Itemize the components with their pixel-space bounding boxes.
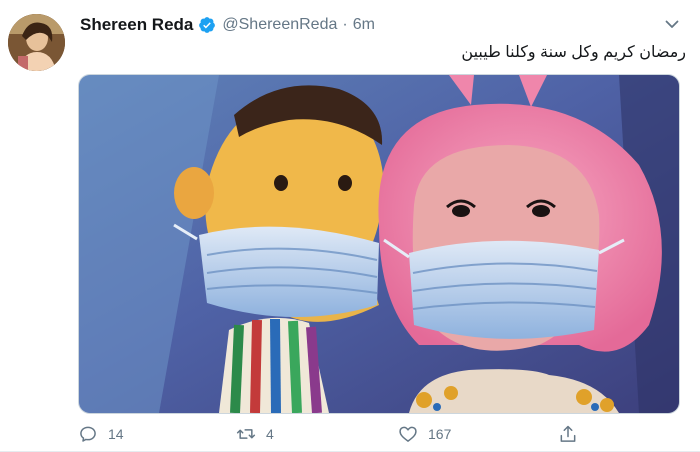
like-count: 167 [428,426,452,442]
separator-dot: · [342,16,348,33]
verified-badge-icon [199,17,216,33]
retweet-icon [236,429,256,439]
avatar-photo [8,14,65,71]
heart-icon [399,426,417,442]
like-button[interactable]: 167 [398,424,451,444]
tweet-text: رمضان كريم وكل سنة وكلنا طيبين [461,44,686,61]
author-handle[interactable]: @ShereenReda [222,16,337,34]
chevron-down-icon[interactable] [664,16,680,32]
author-name[interactable]: Shereen Reda [80,15,193,35]
avatar[interactable] [8,14,65,71]
retweet-button[interactable]: 4 [236,424,274,444]
tweet-card[interactable]: Shereen Reda @ShereenReda · 6m رمضان كري… [0,0,700,452]
reply-icon [80,426,96,442]
painting-masked-puppets [79,75,679,413]
tweet-image[interactable] [78,74,680,414]
reply-count: 14 [108,426,124,442]
share-icon [560,425,576,442]
timestamp[interactable]: 6m [353,16,375,34]
tweet-header: Shereen Reda @ShereenReda · 6m [80,14,375,36]
action-bar: 14 4 167 [78,424,598,450]
retweet-count: 4 [266,426,274,442]
reply-button[interactable]: 14 [78,424,124,444]
share-button[interactable] [558,424,588,444]
